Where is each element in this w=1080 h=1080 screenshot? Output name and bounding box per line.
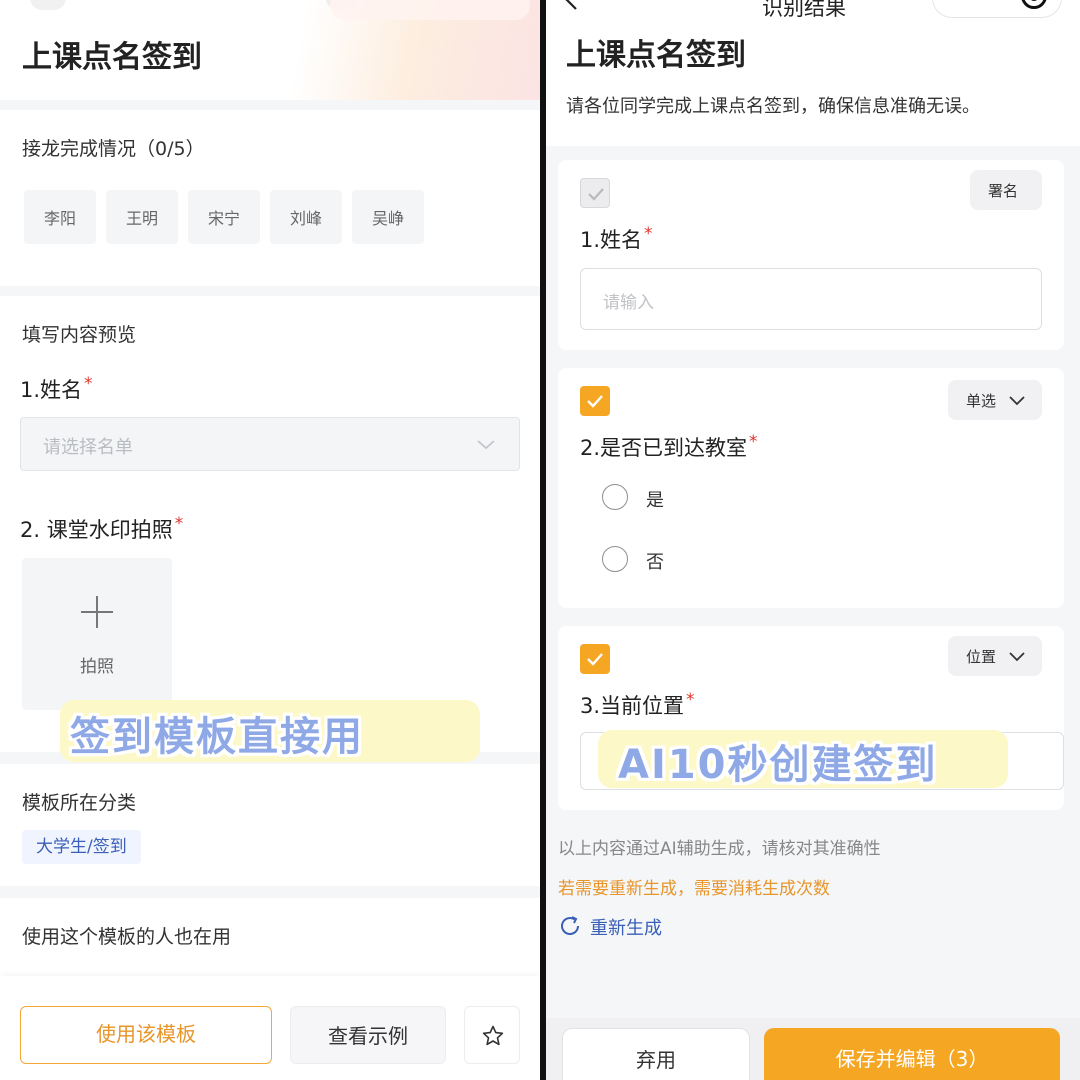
page-description: 请各位同学完成上课点名签到，确保信息准确无误。 [566, 96, 980, 117]
more-icon[interactable]: ••• [951, 0, 983, 8]
question-1-label: 1.姓名 * [20, 374, 93, 404]
type-selector-signature[interactable]: 署名 [970, 170, 1042, 210]
type-label: 署名 [988, 182, 1019, 200]
star-icon [482, 1025, 504, 1046]
chevron-down-icon [477, 440, 495, 450]
view-example-button[interactable]: 查看示例 [290, 1006, 446, 1064]
form-preview-card: 填写内容预览 1.姓名 * 请选择名单 2. 课堂水印拍照 * 拍照 [0, 296, 540, 752]
bottom-action-bar: 弃用 保存并编辑（3） [546, 1018, 1080, 1080]
required-mark: * [174, 514, 184, 534]
radio-label: 是 [646, 490, 664, 511]
regenerate-label: 重新生成 [590, 918, 662, 939]
question-2-text: 2.是否已到达教室 [580, 436, 748, 460]
check-icon [588, 188, 604, 201]
name-chip: 李阳 [24, 190, 96, 244]
question-checkbox[interactable] [580, 178, 610, 208]
type-selector-single-choice[interactable]: 单选 [948, 380, 1042, 420]
radio-circle-icon[interactable] [602, 546, 628, 572]
question-checkbox[interactable] [580, 386, 610, 416]
name-chip: 王明 [106, 190, 178, 244]
plus-icon [81, 596, 113, 628]
question-2-label: 2. 课堂水印拍照 * [20, 514, 183, 544]
radio-label: 否 [646, 552, 664, 573]
page-title: 上课点名签到 [22, 40, 202, 75]
question-2-text: 2. 课堂水印拍照 [20, 518, 173, 542]
type-label: 单选 [966, 392, 997, 410]
radio-circle-icon[interactable] [602, 484, 628, 510]
name-input[interactable]: 请输入 [580, 268, 1042, 330]
discard-button[interactable]: 弃用 [562, 1028, 750, 1080]
check-icon [587, 653, 603, 666]
overlay-sticker-text: 签到模板直接用 [70, 714, 364, 760]
name-chip: 刘峰 [270, 190, 342, 244]
required-mark: * [644, 224, 653, 244]
question-card-2: 单选 2.是否已到达教室 * 是 否 [558, 368, 1064, 608]
question-3-text: 3.当前位置 [580, 694, 685, 718]
overlay-sticker-text: AI10秒创建签到 [618, 742, 938, 788]
header-decoration [330, 0, 530, 20]
question-1-text: 1.姓名 [580, 228, 643, 252]
progress-label: 接龙完成情况（0/5） [22, 138, 205, 160]
question-2-label: 2.是否已到达教室 * [580, 432, 758, 462]
related-label: 使用这个模板的人也在用 [22, 926, 232, 948]
select-placeholder: 请选择名单 [43, 437, 133, 458]
refresh-icon [561, 916, 579, 935]
ai-disclaimer: 以上内容通过AI辅助生成，请核对其准确性 [558, 839, 881, 859]
required-mark: * [686, 690, 695, 710]
required-mark: * [749, 432, 758, 452]
question-card-1: 署名 1.姓名 * 请输入 [558, 160, 1064, 350]
chevron-down-icon [1009, 396, 1025, 406]
use-template-button[interactable]: 使用该模板 [20, 1006, 272, 1064]
nav-title: 识别结果 [762, 0, 846, 20]
photo-upload-button[interactable]: 拍照 [22, 558, 172, 710]
category-card: 模板所在分类 大学生/签到 [0, 764, 540, 886]
name-list-select[interactable]: 请选择名单 [20, 417, 520, 471]
header: 识别结果 ••• 上课点名签到 请各位同学完成上课点名签到，确保信息准确无误。 [546, 0, 1080, 146]
close-target-icon[interactable] [1021, 0, 1047, 9]
check-icon [587, 395, 603, 408]
preview-label: 填写内容预览 [22, 324, 137, 346]
progress-card: 接龙完成情况（0/5） 李阳 王明 宋宁 刘峰 吴峥 [0, 110, 540, 286]
name-chip: 吴峥 [352, 190, 424, 244]
ai-result-screen: 识别结果 ••• 上课点名签到 请各位同学完成上课点名签到，确保信息准确无误。 … [546, 0, 1080, 1080]
category-label: 模板所在分类 [22, 792, 137, 814]
chevron-down-icon [1009, 652, 1025, 662]
type-selector-location[interactable]: 位置 [948, 636, 1042, 676]
question-1-label: 1.姓名 * [580, 224, 653, 254]
type-label: 位置 [966, 648, 997, 666]
required-mark: * [84, 374, 93, 394]
bottom-action-bar: 使用该模板 查看示例 [0, 976, 540, 1080]
regenerate-cost-note: 若需要重新生成，需要消耗生成次数 [558, 879, 830, 899]
input-placeholder: 请输入 [603, 293, 654, 313]
category-tag[interactable]: 大学生/签到 [22, 830, 141, 864]
back-arrow-icon[interactable] [560, 0, 584, 12]
question-3-label: 3.当前位置 * [580, 690, 695, 720]
template-preview-screen: 上课点名签到 接龙完成情况（0/5） 李阳 王明 宋宁 刘峰 吴峥 填写内容预览… [0, 0, 540, 1080]
favorite-button[interactable] [464, 1006, 520, 1064]
name-chip: 宋宁 [188, 190, 260, 244]
mini-program-capsule[interactable]: ••• [932, 0, 1062, 18]
question-1-text: 1.姓名 [20, 378, 83, 402]
question-checkbox[interactable] [580, 644, 610, 674]
page-title: 上课点名签到 [566, 38, 746, 73]
save-and-edit-button[interactable]: 保存并编辑（3） [764, 1028, 1060, 1080]
related-templates-card: 使用这个模板的人也在用 [0, 898, 540, 988]
photo-label: 拍照 [80, 657, 114, 677]
